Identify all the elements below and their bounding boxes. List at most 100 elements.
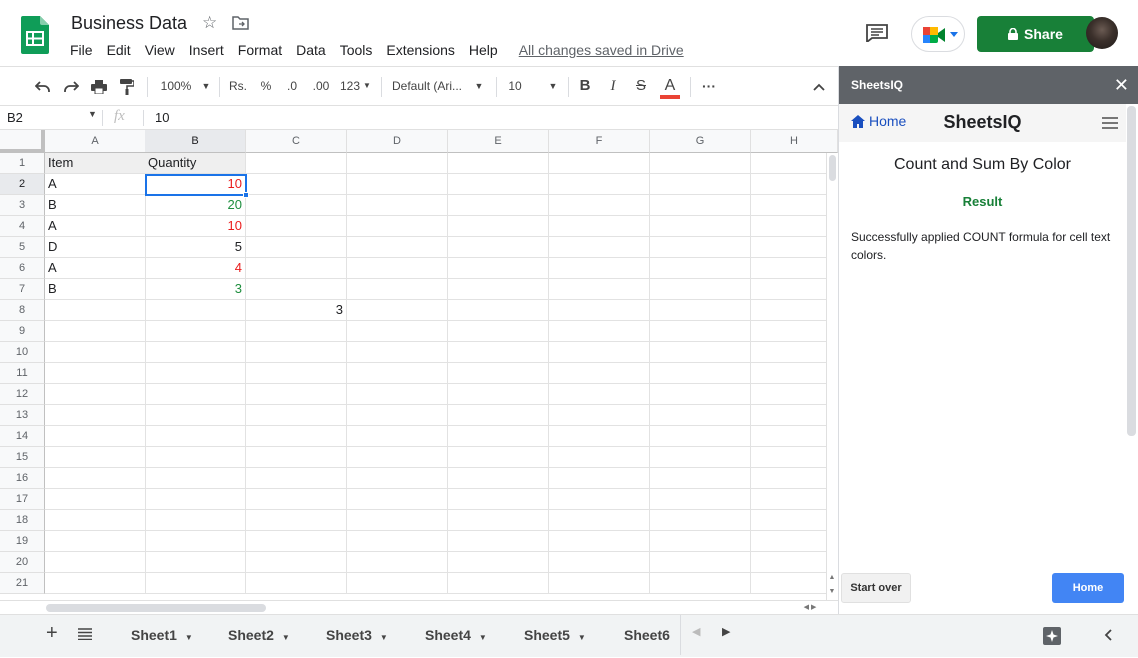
row-header-2[interactable]: 2 xyxy=(0,174,45,195)
comment-history-icon[interactable] xyxy=(866,24,888,44)
cell-g18[interactable] xyxy=(650,510,751,531)
cell-e6[interactable] xyxy=(448,258,549,279)
start-over-button[interactable]: Start over xyxy=(841,573,911,603)
cell-c5[interactable] xyxy=(246,237,347,258)
cell-f5[interactable] xyxy=(549,237,650,258)
cell-d20[interactable] xyxy=(347,552,448,573)
cell-h1[interactable] xyxy=(751,153,838,174)
cell-c14[interactable] xyxy=(246,426,347,447)
cell-d1[interactable] xyxy=(347,153,448,174)
menu-help[interactable]: Help xyxy=(462,41,505,59)
cell-c15[interactable] xyxy=(246,447,347,468)
cell-f16[interactable] xyxy=(549,468,650,489)
cell-a17[interactable] xyxy=(45,489,146,510)
chevron-down-icon[interactable]: ▼ xyxy=(88,109,97,119)
cell-f15[interactable] xyxy=(549,447,650,468)
cell-a12[interactable] xyxy=(45,384,146,405)
cell-a1[interactable]: Item xyxy=(45,153,146,174)
cell-f4[interactable] xyxy=(549,216,650,237)
cell-d12[interactable] xyxy=(347,384,448,405)
scrollbar-thumb[interactable] xyxy=(46,604,266,612)
column-header-f[interactable]: F xyxy=(549,130,650,153)
cell-g14[interactable] xyxy=(650,426,751,447)
cell-d2[interactable] xyxy=(347,174,448,195)
sidebar-scrollbar[interactable] xyxy=(1127,106,1136,436)
document-title[interactable]: Business Data xyxy=(71,13,187,34)
cell-d6[interactable] xyxy=(347,258,448,279)
cell-f14[interactable] xyxy=(549,426,650,447)
cell-d13[interactable] xyxy=(347,405,448,426)
cell-c13[interactable] xyxy=(246,405,347,426)
cell-f18[interactable] xyxy=(549,510,650,531)
menu-tools[interactable]: Tools xyxy=(333,41,380,59)
cell-e19[interactable] xyxy=(448,531,549,552)
row-header-15[interactable]: 15 xyxy=(0,447,45,468)
column-header-g[interactable]: G xyxy=(650,130,751,153)
horizontal-scrollbar[interactable]: ▲ ▼ ◀ ▶ xyxy=(0,574,838,614)
cell-c12[interactable] xyxy=(246,384,347,405)
cell-a16[interactable] xyxy=(45,468,146,489)
share-button[interactable]: Share xyxy=(977,16,1094,52)
bold-button[interactable]: B xyxy=(576,67,594,105)
cell-a7[interactable]: B xyxy=(45,279,146,300)
chevron-down-icon[interactable]: ▼ xyxy=(479,633,487,642)
cell-e5[interactable] xyxy=(448,237,549,258)
cell-d4[interactable] xyxy=(347,216,448,237)
cell-g10[interactable] xyxy=(650,342,751,363)
cell-f13[interactable] xyxy=(549,405,650,426)
cell-c10[interactable] xyxy=(246,342,347,363)
row-header-5[interactable]: 5 xyxy=(0,237,45,258)
scroll-arrow-icon[interactable]: ▲ ▼ xyxy=(826,571,838,599)
cell-a15[interactable] xyxy=(45,447,146,468)
cell-e14[interactable] xyxy=(448,426,549,447)
chevron-down-icon[interactable]: ▼ xyxy=(200,67,212,105)
decrease-decimal-button[interactable]: .0 xyxy=(282,67,302,105)
cell-f11[interactable] xyxy=(549,363,650,384)
italic-button[interactable]: I xyxy=(604,67,622,105)
row-header-7[interactable]: 7 xyxy=(0,279,45,300)
cell-b21[interactable] xyxy=(145,573,246,594)
cell-c8[interactable]: 3 xyxy=(246,300,347,321)
cell-d3[interactable] xyxy=(347,195,448,216)
cell-g8[interactable] xyxy=(650,300,751,321)
menu-view[interactable]: View xyxy=(138,41,182,59)
cell-c19[interactable] xyxy=(246,531,347,552)
cell-h12[interactable] xyxy=(751,384,838,405)
column-header-c[interactable]: C xyxy=(246,130,347,153)
cell-b17[interactable] xyxy=(145,489,246,510)
meet-button[interactable] xyxy=(911,16,965,52)
cell-e2[interactable] xyxy=(448,174,549,195)
scroll-arrow-icon[interactable]: ◀ ▶ xyxy=(795,602,825,614)
cell-b18[interactable] xyxy=(145,510,246,531)
column-header-a[interactable]: A xyxy=(45,130,146,153)
menu-file[interactable]: File xyxy=(63,41,100,59)
cell-d10[interactable] xyxy=(347,342,448,363)
row-header-18[interactable]: 18 xyxy=(0,510,45,531)
cell-h16[interactable] xyxy=(751,468,838,489)
row-header-10[interactable]: 10 xyxy=(0,342,45,363)
row-header-14[interactable]: 14 xyxy=(0,426,45,447)
select-all-corner[interactable] xyxy=(0,130,45,153)
cell-h19[interactable] xyxy=(751,531,838,552)
row-header-8[interactable]: 8 xyxy=(0,300,45,321)
row-header-9[interactable]: 9 xyxy=(0,321,45,342)
cell-g6[interactable] xyxy=(650,258,751,279)
chevron-down-icon[interactable]: ▼ xyxy=(380,633,388,642)
name-box[interactable]: B2 xyxy=(7,110,87,125)
scrollbar-thumb[interactable] xyxy=(829,155,836,181)
cell-b13[interactable] xyxy=(145,405,246,426)
cell-g20[interactable] xyxy=(650,552,751,573)
cell-c1[interactable] xyxy=(246,153,347,174)
more-options-button[interactable]: ··· xyxy=(698,67,720,105)
cell-h15[interactable] xyxy=(751,447,838,468)
collapse-side-panel-icon[interactable] xyxy=(1104,628,1112,646)
cell-e15[interactable] xyxy=(448,447,549,468)
sheet-tab-2[interactable]: Sheet2 ▼ xyxy=(212,615,290,655)
cell-c18[interactable] xyxy=(246,510,347,531)
cell-e7[interactable] xyxy=(448,279,549,300)
cell-g13[interactable] xyxy=(650,405,751,426)
cell-c16[interactable] xyxy=(246,468,347,489)
cell-d8[interactable] xyxy=(347,300,448,321)
cell-b15[interactable] xyxy=(145,447,246,468)
cell-c17[interactable] xyxy=(246,489,347,510)
